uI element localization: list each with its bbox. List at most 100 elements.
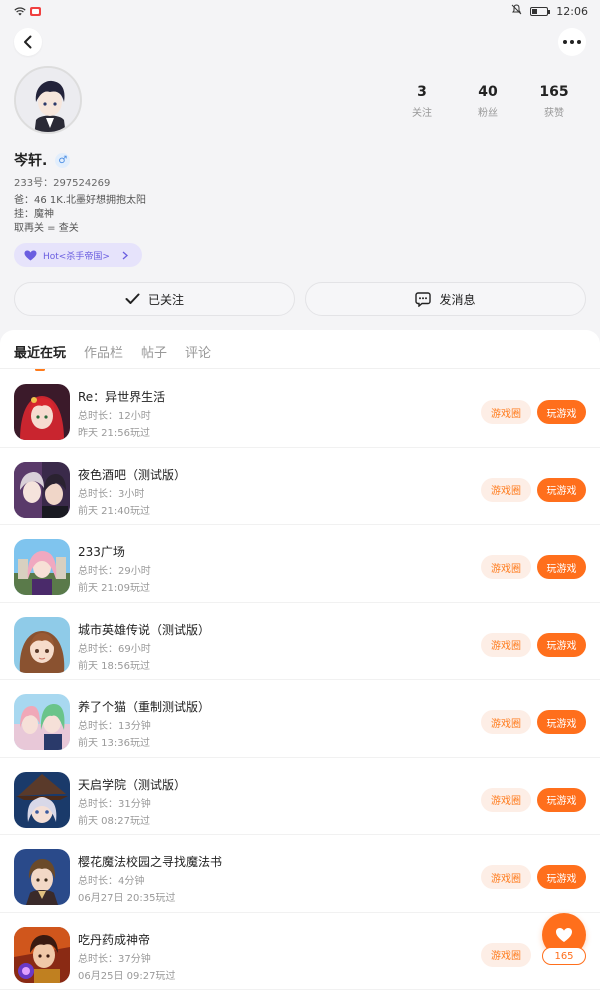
game-title: 233广场 (78, 545, 125, 559)
stat-value: 40 (478, 84, 498, 100)
game-circle-button[interactable]: 游戏圈 (481, 477, 531, 502)
game-row[interactable]: 夜色酒吧（测试版） 总时长：3小时 前天 21:40玩过 游戏圈 玩游戏 (0, 448, 600, 525)
stat-followers[interactable]: 40 粉丝 (470, 84, 506, 119)
game-circle-button[interactable]: 游戏圈 (481, 710, 531, 734)
game-title: 夜色酒吧（测试版） (78, 467, 187, 482)
game-last-played: 前天 18:56玩过 (78, 660, 150, 672)
game-last-played: 06月25日 09:27玩过 (78, 970, 176, 982)
game-icon[interactable] (14, 539, 70, 595)
game-last-played: 昨天 21:56玩过 (78, 428, 150, 439)
game-title: 吃丹药成神帝 (78, 932, 151, 947)
game-row[interactable]: 城市英雄传说（测试版） 总时长：69小时 前天 18:56玩过 游戏圈 玩游戏 (0, 603, 600, 680)
check-icon (125, 293, 140, 304)
game-last-played: 前天 21:40玩过 (78, 505, 150, 517)
game-icon[interactable] (14, 694, 70, 750)
game-circle-button[interactable]: 游戏圈 (481, 865, 531, 889)
back-button[interactable] (14, 28, 42, 56)
game-icon[interactable] (14, 461, 70, 518)
game-row[interactable]: 樱花魔法校园之寻找魔法书 总时长：4分钟 06月27日 20:35玩过 游戏圈 … (0, 835, 600, 913)
game-last-played: 前天 21:09玩过 (78, 583, 150, 594)
play-game-button[interactable]: 玩游戏 (537, 787, 586, 812)
game-row[interactable]: Re：异世界生活 总时长：12小时 昨天 21:56玩过 游戏圈 玩游戏 (0, 370, 600, 448)
wifi-icon (14, 6, 26, 16)
game-duration: 总时长：4分钟 (78, 876, 145, 887)
game-row[interactable]: 养了个猫（重制测试版） 总时长：13分钟 前天 13:36玩过 游戏圈 玩游戏 (0, 680, 600, 758)
game-icon[interactable] (14, 926, 70, 983)
heart-icon (556, 928, 572, 942)
stat-following[interactable]: 3 关注 (404, 84, 440, 119)
profile-stats: 3 关注 40 粉丝 165 获赞 (404, 84, 572, 119)
status-time: 12:06 (556, 4, 588, 18)
user-id: 233号：297524269 (14, 178, 111, 189)
game-icon[interactable] (14, 616, 70, 673)
game-row[interactable]: 天启学院（测试版） 总时长：31分钟 前天 08:27玩过 游戏圈 玩游戏 (0, 758, 600, 835)
stat-likes[interactable]: 165 获赞 (536, 84, 572, 119)
tab-works[interactable]: 作品栏 (84, 342, 123, 369)
game-circle-button[interactable]: 游戏圈 (481, 555, 531, 579)
bio-line: 取再关 = 查关 (14, 223, 79, 234)
like-count: 165 (542, 947, 586, 965)
followed-button-label: 已关注 (147, 292, 184, 307)
game-duration: 总时长：12小时 (78, 411, 151, 422)
game-title: Re：异世界生活 (78, 390, 166, 404)
stat-value: 3 (417, 84, 427, 100)
message-button-label: 发消息 (439, 292, 476, 307)
action-row: 已关注 发消息 (14, 282, 586, 316)
game-list: Re：异世界生活 总时长：12小时 昨天 21:56玩过 游戏圈 玩游戏 夜色酒… (0, 370, 600, 990)
message-button[interactable]: 发消息 (305, 282, 586, 316)
game-row[interactable]: 吃丹药成神帝 总时长：37分钟 06月25日 09:27玩过 游戏圈 (0, 913, 600, 990)
username: 岑轩. (14, 153, 48, 169)
game-circle-button[interactable]: 游戏圈 (481, 942, 531, 967)
stat-value: 165 (539, 84, 569, 100)
followed-button[interactable]: 已关注 (14, 282, 295, 316)
tab-bar: 最近在玩 作品栏 帖子 评论 (14, 342, 211, 369)
play-game-button[interactable]: 玩游戏 (537, 477, 586, 502)
game-last-played: 前天 13:36玩过 (78, 738, 150, 749)
hot-badge-label: Hot<杀手帝国> (43, 251, 110, 262)
avatar[interactable] (14, 66, 82, 134)
game-icon[interactable] (14, 384, 70, 440)
play-game-button[interactable]: 玩游戏 (537, 710, 586, 734)
bio-line: 爸：46 1K.北墨好想拥抱太阳 (14, 195, 147, 206)
heart-icon (24, 250, 37, 260)
more-dots-icon (563, 40, 581, 44)
game-duration: 总时长：3小时 (78, 488, 145, 500)
notification-icon (30, 6, 41, 16)
game-title: 城市英雄传说（测试版） (78, 622, 211, 637)
tab-recently-played[interactable]: 最近在玩 (14, 342, 66, 369)
stat-label: 粉丝 (478, 108, 498, 119)
divider (0, 368, 600, 369)
bio: 爸：46 1K.北墨好想拥抱太阳 挂：魔神 取再关 = 查关 (14, 194, 146, 236)
more-button[interactable] (558, 28, 586, 56)
game-icon[interactable] (14, 771, 70, 828)
game-duration: 总时长：13分钟 (78, 721, 151, 732)
chevron-left-icon (24, 35, 32, 49)
game-duration: 总时长：31分钟 (78, 798, 151, 810)
game-last-played: 06月27日 20:35玩过 (78, 893, 176, 904)
game-icon[interactable] (14, 849, 70, 905)
game-circle-button[interactable]: 游戏圈 (481, 400, 531, 424)
chat-icon (415, 291, 432, 307)
stat-label: 关注 (412, 108, 432, 119)
stat-label: 获赞 (544, 108, 564, 119)
game-circle-button[interactable]: 游戏圈 (481, 632, 531, 657)
tab-comments[interactable]: 评论 (185, 342, 211, 369)
play-game-button[interactable]: 玩游戏 (537, 400, 586, 424)
game-last-played: 前天 08:27玩过 (78, 815, 150, 827)
tab-posts[interactable]: 帖子 (141, 342, 167, 369)
game-row[interactable]: 233广场 总时长：29小时 前天 21:09玩过 游戏圈 玩游戏 (0, 525, 600, 603)
mute-icon (511, 4, 522, 18)
username-row: 岑轩. ♂ (14, 150, 71, 170)
status-bar: 12:06 (0, 0, 600, 22)
play-game-button[interactable]: 玩游戏 (537, 632, 586, 657)
game-title: 樱花魔法校园之寻找魔法书 (78, 855, 223, 869)
hot-badge[interactable]: Hot<杀手帝国> (14, 243, 142, 267)
play-game-button[interactable]: 玩游戏 (537, 555, 586, 579)
bio-line: 挂：魔神 (14, 209, 54, 220)
game-circle-button[interactable]: 游戏圈 (481, 787, 531, 812)
gender-male-icon: ♂ (55, 152, 71, 168)
battery-icon (530, 6, 551, 16)
play-game-button[interactable]: 玩游戏 (537, 865, 586, 889)
game-title: 养了个猫（重制测试版） (78, 700, 211, 714)
game-duration: 总时长：37分钟 (78, 953, 151, 965)
